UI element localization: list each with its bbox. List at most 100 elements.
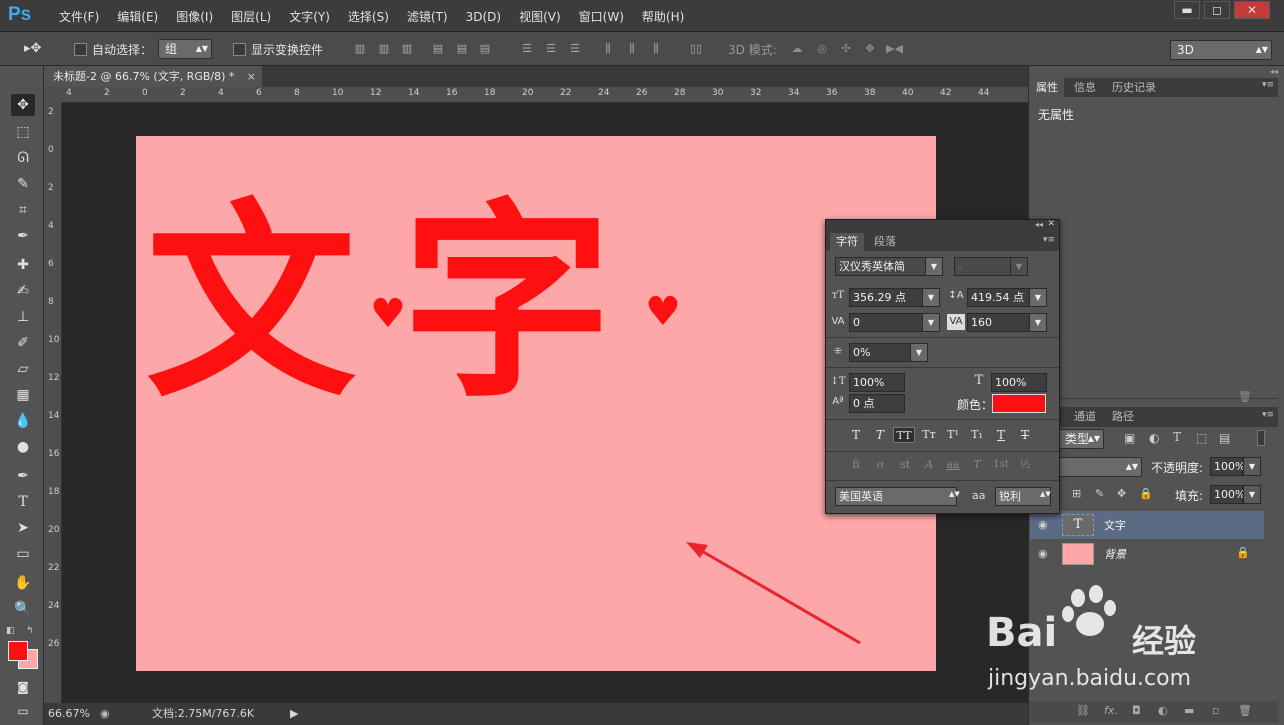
divider [826, 419, 1059, 420]
fx-icon[interactable]: fx. [1104, 704, 1118, 717]
fill-input[interactable]: 100% [1210, 485, 1245, 504]
lock-transparent-icon[interactable]: ⊞ [1072, 487, 1081, 500]
layer-filter-dropdown[interactable]: 类型 ▲▼ [1058, 429, 1104, 449]
tab-properties[interactable]: 属性 [1030, 78, 1064, 97]
divider [826, 480, 1059, 481]
tsume-input[interactable]: 0% [849, 343, 911, 362]
tracking-icon: VA [947, 314, 965, 330]
fill-label: 填充: [1175, 489, 1204, 503]
stylistic-alternates-button[interactable]: A [920, 457, 938, 473]
adjustment-layer-icon[interactable]: ◐ [1158, 704, 1168, 717]
tracking-dropdown-arrow[interactable]: ▼ [1029, 313, 1047, 332]
layers-tabs: 通道 路径 ▾≡ [1060, 407, 1278, 427]
zoom-level[interactable]: 66.67% [48, 704, 90, 724]
vertical-scale-input[interactable]: 100% [849, 373, 905, 392]
tab-paths[interactable]: 路径 [1106, 407, 1140, 427]
ornaments-button[interactable]: T [968, 457, 986, 473]
chevron-updown-icon: ▲▼ [949, 490, 960, 498]
opacity-input[interactable]: 100% [1210, 457, 1245, 476]
status-info-icon[interactable]: ◉ [100, 704, 110, 724]
filter-toggle[interactable] [1257, 430, 1265, 446]
filter-smart-object-icon[interactable]: ▤ [1219, 431, 1230, 445]
opacity-slider-toggle[interactable]: ▼ [1243, 457, 1261, 476]
ordinals-button[interactable]: 1st [990, 457, 1012, 473]
layer-row-text[interactable]: ◉ T 文字 [1030, 511, 1264, 539]
kerning-dropdown-arrow[interactable]: ▼ [922, 313, 940, 332]
eye-icon[interactable]: ◉ [1038, 548, 1052, 560]
status-menu-arrow-icon[interactable]: ▶ [290, 704, 298, 724]
no-properties-message: 无属性 [1038, 108, 1075, 122]
tab-history[interactable]: 历史记录 [1106, 78, 1162, 97]
titling-alternates-button[interactable]: aa [944, 457, 962, 473]
superscript-button[interactable]: T¹ [944, 427, 962, 443]
tab-channels[interactable]: 通道 [1068, 407, 1102, 427]
lock-pixels-icon[interactable]: ✎ [1095, 487, 1104, 500]
lock-position-icon[interactable]: ✥ [1117, 487, 1126, 500]
collapse-icon[interactable]: ◂◂ [1035, 220, 1043, 229]
font-family-dropdown-arrow[interactable]: ▼ [925, 257, 943, 276]
baseline-shift-icon: Aª [832, 396, 844, 407]
font-style-dropdown-arrow[interactable]: ▼ [1010, 257, 1028, 276]
discretionary-ligature-button[interactable]: ơ [871, 457, 889, 473]
chevron-updown-icon: ▲▼ [1087, 434, 1100, 443]
fill-slider-toggle[interactable]: ▼ [1243, 485, 1261, 504]
eye-icon[interactable]: ◉ [1038, 519, 1052, 531]
strikethrough-button[interactable]: T [1016, 427, 1034, 443]
new-layer-icon[interactable]: ▫ [1212, 704, 1219, 717]
filter-pixel-icon[interactable]: ▣ [1124, 431, 1135, 445]
layer-row-background[interactable]: ◉ 背景 🔒 [1030, 540, 1264, 568]
leading-icon: ↕A [948, 290, 964, 301]
leading-dropdown-arrow[interactable]: ▼ [1029, 288, 1047, 307]
language-dropdown[interactable]: 美国英语 [835, 487, 957, 506]
horizontal-scale-input[interactable]: 100% [991, 373, 1047, 392]
horizontal-scale-icon: T [974, 373, 984, 388]
kerning-input[interactable]: 0 [849, 313, 923, 332]
text-layer-thumbnail: T [1062, 514, 1094, 536]
trash-icon[interactable]: 🗑 [1238, 390, 1252, 403]
tsume-dropdown-arrow[interactable]: ▼ [910, 343, 928, 362]
tab-paragraph[interactable]: 段落 [868, 233, 902, 251]
filter-shape-icon[interactable]: ⬚ [1196, 431, 1207, 445]
add-mask-icon[interactable]: ◘ [1132, 704, 1141, 717]
tab-character[interactable]: 字符 [830, 233, 864, 251]
document-info: 文档:2.75M/767.6K [152, 707, 255, 720]
panel-menu-icon[interactable]: ▾≡ [1262, 410, 1274, 420]
arrowhead-icon [686, 542, 708, 558]
ligature-button[interactable]: fi [847, 457, 865, 473]
divider [826, 337, 1059, 338]
panel-menu-icon[interactable]: ▾≡ [1043, 235, 1055, 245]
font-size-input[interactable]: 356.29 点 [849, 288, 923, 307]
swash-button[interactable]: st [896, 457, 914, 473]
text-color-swatch[interactable] [992, 394, 1046, 413]
font-style-field[interactable]: - [954, 257, 1012, 276]
character-panel-titlebar[interactable]: ◂◂ ✕ [826, 219, 1059, 233]
tracking-input[interactable]: 160 [967, 313, 1031, 332]
faux-bold-button[interactable]: T [847, 427, 865, 443]
font-family-field[interactable]: 汉仪秀英体简 [835, 257, 927, 276]
lock-all-icon[interactable]: 🔒 [1139, 487, 1153, 500]
baseline-shift-input[interactable]: 0 点 [849, 394, 905, 413]
subscript-button[interactable]: T₁ [968, 427, 986, 443]
background-layer-thumbnail [1062, 543, 1094, 565]
layer-name: 背景 [1104, 548, 1126, 561]
font-size-dropdown-arrow[interactable]: ▼ [922, 288, 940, 307]
leading-input[interactable]: 419.54 点 [967, 288, 1031, 307]
underline-button[interactable]: T [992, 427, 1010, 443]
divider [826, 367, 1059, 368]
faux-italic-button[interactable]: T [871, 427, 889, 443]
filter-type-icon[interactable]: T [1173, 430, 1181, 444]
tsume-icon: ⁜ [833, 346, 843, 357]
watermark-brand2: 经验 [1132, 622, 1197, 660]
new-group-icon[interactable]: ▬ [1184, 704, 1194, 717]
all-caps-button[interactable]: TT [893, 427, 915, 443]
tab-info[interactable]: 信息 [1068, 78, 1102, 97]
blend-mode-dropdown[interactable]: ▲▼ [1058, 457, 1142, 477]
delete-layer-icon[interactable]: 🗑 [1238, 704, 1252, 717]
collapse-panels-icon[interactable]: ◂◂ [1264, 67, 1284, 78]
small-caps-button[interactable]: Tт [920, 427, 938, 443]
filter-adjustment-icon[interactable]: ◐ [1149, 431, 1159, 445]
link-layers-icon[interactable]: ⛓ [1076, 704, 1090, 717]
fractions-button[interactable]: ½ [1016, 457, 1034, 473]
close-icon[interactable]: ✕ [1047, 219, 1055, 229]
panel-menu-icon[interactable]: ▾≡ [1262, 80, 1274, 90]
